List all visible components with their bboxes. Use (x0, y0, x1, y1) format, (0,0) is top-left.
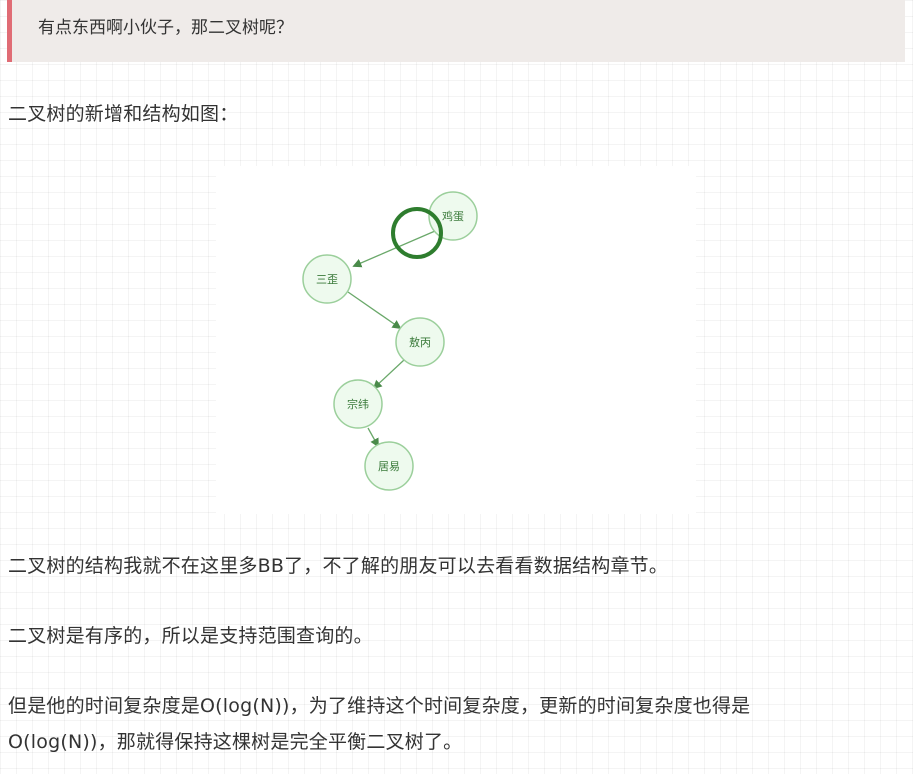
binary-tree-figure: 鸡蛋 三歪 敖丙 宗纬 居易 (216, 166, 696, 514)
tree-node-label: 三歪 (316, 273, 338, 286)
tree-node-aobing: 敖丙 (395, 317, 445, 367)
tree-edge-zongwei-juyi (367, 427, 379, 448)
tree-node-label: 敖丙 (409, 336, 431, 349)
insertion-highlight-ring (391, 207, 443, 259)
article: 有点东西啊小伙子，那二叉树呢？ 二叉树的新增和结构如图： 鸡蛋 三歪 敖丙 宗纬… (0, 0, 913, 774)
tree-node-label: 宗纬 (347, 397, 369, 411)
paragraph-complexity-line-1: 但是他的时间复杂度是O(log(N))，为了维持这个时间复杂度，更新的时间复杂度… (8, 695, 751, 717)
paragraph-structure: 二叉树的结构我就不在这里多BB了，不了解的朋友可以去看看数据结构章节。 (8, 555, 669, 577)
tree-node-left: 三歪 (302, 254, 352, 304)
tree-edge-sanwai-aobing (347, 291, 402, 330)
binary-tree-diagram: 鸡蛋 三歪 敖丙 宗纬 居易 (302, 191, 478, 491)
paragraph-intro: 二叉树的新增和结构如图： (8, 103, 239, 125)
paragraph-ordered: 二叉树是有序的，所以是支持范围查询的。 (8, 625, 373, 647)
blockquote: 有点东西啊小伙子，那二叉树呢？ (7, 0, 905, 62)
tree-edge-aobing-zongwei (372, 359, 405, 390)
tree-node-zongwei: 宗纬 (333, 379, 383, 429)
tree-node-juyi: 居易 (364, 441, 414, 491)
tree-node-label: 居易 (378, 460, 400, 473)
blockquote-text: 有点东西啊小伙子，那二叉树呢？ (38, 18, 293, 38)
tree-node-label: 鸡蛋 (442, 209, 464, 223)
paragraph-complexity-line-2: O(log(N))，那就得保持这棵树是完全平衡二叉树了。 (8, 731, 463, 753)
